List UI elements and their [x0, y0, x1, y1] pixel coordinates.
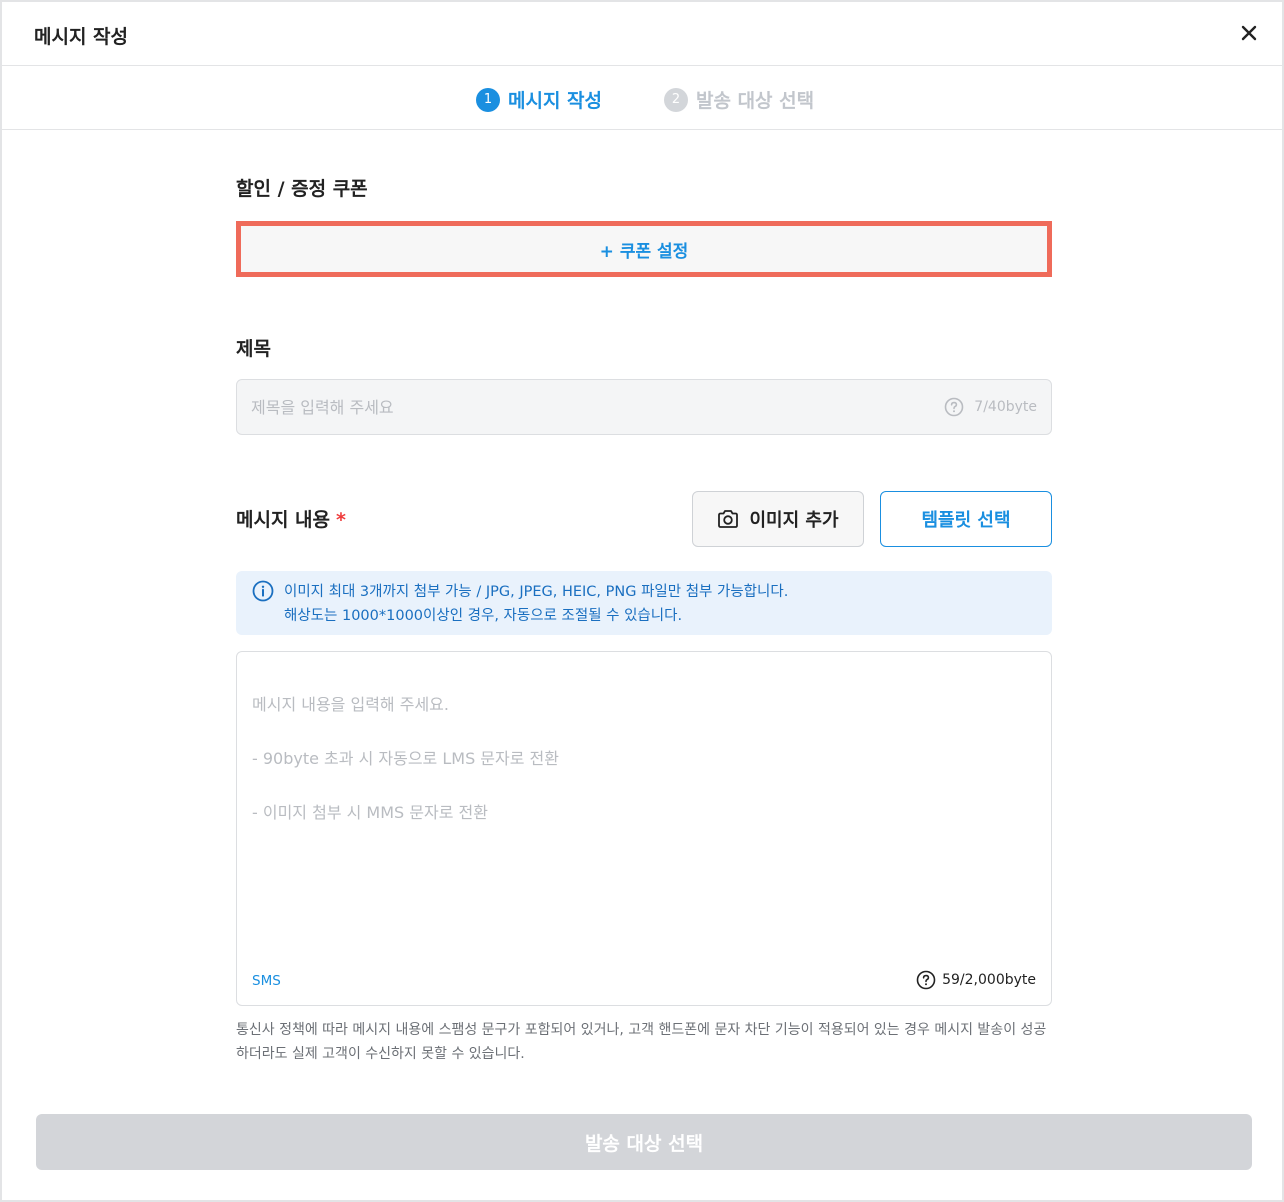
- required-mark: *: [336, 509, 346, 531]
- image-info-text: 이미지 최대 3개까지 첨부 가능 / JPG, JPEG, HEIC, PNG…: [284, 580, 788, 628]
- add-image-label: 이미지 추가: [749, 510, 839, 531]
- info-line: 해상도는 1000*1000이상인 경우, 자동으로 조절될 수 있습니다.: [284, 608, 683, 624]
- subject-byte-counter: 7/40byte: [944, 397, 1037, 417]
- modal-header: 메시지 작성: [2, 2, 1282, 66]
- step-number-badge: 2: [664, 87, 688, 112]
- message-section-label: 메시지 내용 *: [236, 505, 346, 532]
- message-placeholder: 메시지 내용을 입력해 주세요. - 90byte 초과 시 자동으로 LMS …: [252, 664, 559, 853]
- help-icon[interactable]: [944, 397, 964, 417]
- step-select-recipients: 2 발송 대상 선택: [664, 86, 814, 113]
- step-label: 메시지 작성: [508, 90, 603, 112]
- message-type-tag: SMS: [252, 973, 281, 989]
- info-icon: [252, 580, 274, 602]
- select-recipients-button[interactable]: 발송 대상 선택: [36, 1114, 1252, 1170]
- placeholder-line: 메시지 내용을 입력해 주세요.: [252, 695, 449, 714]
- modal-title: 메시지 작성: [34, 26, 129, 48]
- subject-input[interactable]: [251, 380, 931, 434]
- step-label: 발송 대상 선택: [696, 90, 815, 112]
- message-label-text: 메시지 내용: [236, 509, 331, 531]
- step-indicator: 1 메시지 작성 2 발송 대상 선택: [2, 66, 1282, 130]
- add-image-button[interactable]: 이미지 추가: [692, 491, 864, 547]
- message-byte-counter: 59/2,000byte: [916, 970, 1036, 990]
- placeholder-line: - 이미지 첨부 시 MMS 문자로 전환: [252, 803, 488, 822]
- step-compose: 1 메시지 작성: [476, 86, 602, 113]
- message-textarea[interactable]: 메시지 내용을 입력해 주세요. - 90byte 초과 시 자동으로 LMS …: [236, 651, 1052, 1006]
- subject-section-label: 제목: [236, 338, 271, 360]
- coupon-setting-button[interactable]: + 쿠폰 설정: [236, 221, 1052, 277]
- select-template-label: 템플릿 선택: [921, 510, 1011, 531]
- step-number-badge: 1: [476, 87, 500, 112]
- message-compose-modal: 메시지 작성 1 메시지 작성 2 발송 대상 선택 할인 / 증정 쿠폰 + …: [0, 0, 1284, 1202]
- coupon-section-label: 할인 / 증정 쿠폰: [236, 178, 368, 200]
- coupon-setting-label: + 쿠폰 설정: [599, 241, 689, 262]
- close-button[interactable]: [1238, 22, 1260, 44]
- select-template-button[interactable]: 템플릿 선택: [880, 491, 1052, 547]
- select-recipients-label: 발송 대상 선택: [584, 1132, 704, 1155]
- camera-icon: [718, 510, 739, 528]
- byte-counter-text: 59/2,000byte: [942, 972, 1036, 988]
- image-info-box: 이미지 최대 3개까지 첨부 가능 / JPG, JPEG, HEIC, PNG…: [236, 571, 1052, 635]
- close-icon: [1241, 25, 1257, 41]
- subject-field: 7/40byte: [236, 379, 1052, 435]
- help-icon[interactable]: [916, 970, 936, 990]
- placeholder-line: - 90byte 초과 시 자동으로 LMS 문자로 전환: [252, 749, 559, 768]
- spam-policy-notice: 통신사 정책에 따라 메시지 내용에 스팸성 문구가 포함되어 있거나, 고객 …: [236, 1022, 1047, 1062]
- info-line: 이미지 최대 3개까지 첨부 가능 / JPG, JPEG, HEIC, PNG…: [284, 584, 789, 600]
- subject-counter-text: 7/40byte: [974, 399, 1037, 415]
